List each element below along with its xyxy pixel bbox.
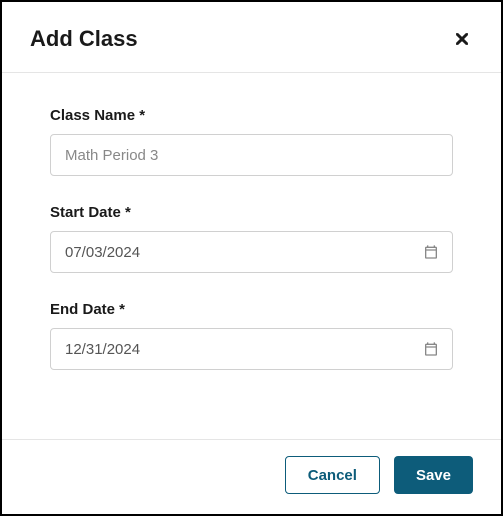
modal-header: Add Class xyxy=(2,2,501,73)
end-date-label: End Date * xyxy=(50,301,453,318)
class-name-input[interactable] xyxy=(50,134,453,176)
cancel-button[interactable]: Cancel xyxy=(285,456,380,494)
close-icon xyxy=(453,30,471,48)
start-date-input[interactable] xyxy=(50,231,453,273)
class-name-group: Class Name * xyxy=(50,107,453,176)
end-date-input[interactable] xyxy=(50,328,453,370)
add-class-modal: Add Class Class Name * Start Date * End … xyxy=(2,2,501,514)
class-name-label: Class Name * xyxy=(50,107,453,124)
start-date-wrap xyxy=(50,231,453,273)
end-date-group: End Date * xyxy=(50,301,453,370)
save-button[interactable]: Save xyxy=(394,456,473,494)
end-date-wrap xyxy=(50,328,453,370)
modal-title: Add Class xyxy=(30,26,138,52)
close-button[interactable] xyxy=(451,28,473,50)
start-date-label: Start Date * xyxy=(50,204,453,221)
modal-body: Class Name * Start Date * End Date * xyxy=(2,73,501,439)
start-date-group: Start Date * xyxy=(50,204,453,273)
modal-footer: Cancel Save xyxy=(2,439,501,514)
